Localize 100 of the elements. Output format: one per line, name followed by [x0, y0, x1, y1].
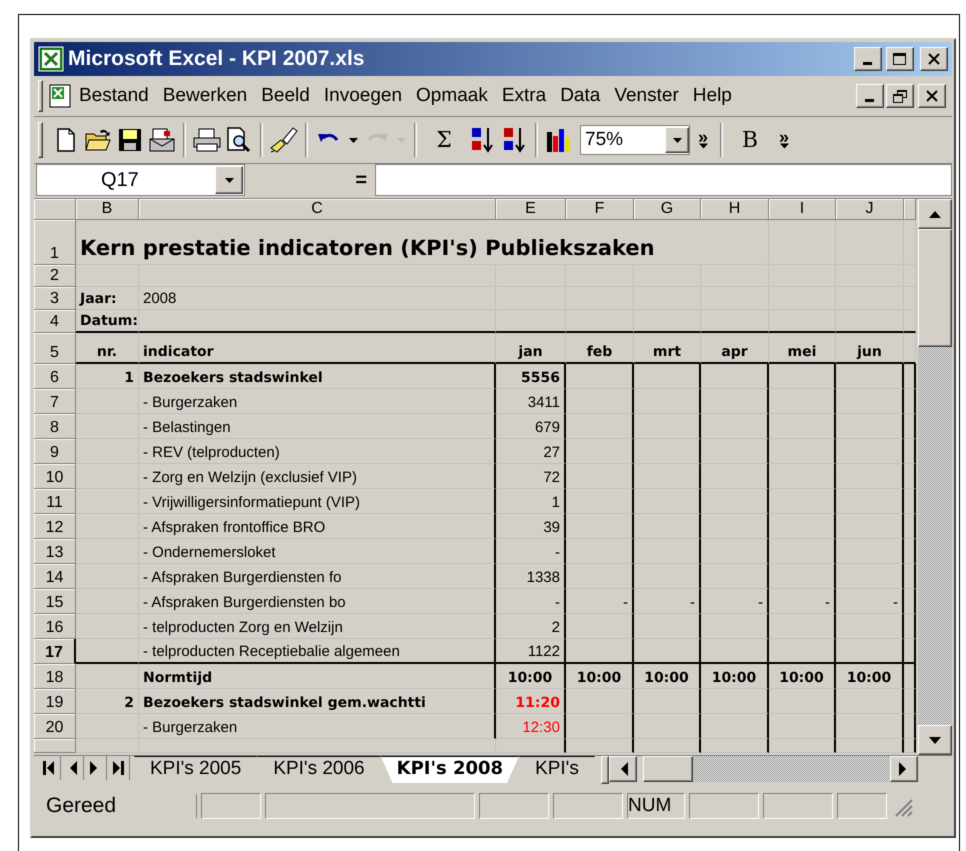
scroll-left-icon[interactable] — [608, 756, 637, 782]
table-cell — [836, 414, 904, 439]
row-header[interactable]: 17 — [34, 639, 76, 664]
menu-item[interactable]: Venster — [608, 81, 687, 111]
menu-item[interactable]: Invoegen — [318, 81, 410, 111]
maximize-icon[interactable] — [886, 47, 914, 71]
row-header[interactable] — [34, 739, 76, 753]
scroll-thumb[interactable] — [918, 229, 952, 347]
table-cell — [701, 364, 769, 389]
row-header[interactable]: 5 — [34, 333, 76, 364]
menu-item[interactable]: Bewerken — [156, 81, 256, 111]
column-header[interactable] — [904, 199, 916, 220]
row-header[interactable]: 8 — [34, 414, 76, 439]
row-header[interactable]: 11 — [34, 489, 76, 514]
format-painter-icon[interactable] — [269, 126, 299, 154]
table-cell — [566, 414, 634, 439]
menu-item[interactable]: Bestand — [73, 81, 157, 111]
row-header[interactable]: 7 — [34, 389, 76, 414]
scroll-down-icon[interactable] — [918, 725, 952, 755]
row-header[interactable]: 19 — [34, 689, 76, 714]
column-header[interactable]: C — [139, 199, 496, 220]
menu-item[interactable]: Extra — [496, 81, 554, 111]
table-cell: - Burgerzaken — [139, 714, 496, 739]
table-cell — [701, 464, 769, 489]
table-cell — [904, 439, 916, 464]
column-header[interactable]: E — [496, 199, 566, 220]
menu-item[interactable]: Data — [554, 81, 608, 111]
restore-icon[interactable] — [886, 84, 914, 108]
table-cell — [904, 614, 916, 639]
table-cell — [566, 714, 634, 739]
row-header[interactable]: 4 — [34, 310, 76, 333]
dropdown-arrow-icon[interactable] — [224, 178, 234, 182]
printer-icon[interactable] — [193, 128, 221, 152]
table-cell — [566, 514, 634, 539]
table-cell — [904, 564, 916, 589]
chart-icon[interactable] — [545, 126, 573, 154]
row-header[interactable]: 12 — [34, 514, 76, 539]
table-cell: apr — [701, 333, 769, 364]
table-cell — [634, 389, 701, 414]
app-icon[interactable] — [38, 46, 64, 72]
equals-button[interactable]: = — [355, 168, 367, 192]
zoom-combo[interactable]: 75% — [580, 125, 690, 155]
column-header[interactable]: J — [836, 199, 904, 220]
row-header[interactable]: 16 — [34, 614, 76, 639]
toolbar-button[interactable]: B — [729, 123, 771, 157]
select-all-button[interactable] — [34, 199, 76, 220]
scroll-thumb[interactable] — [642, 756, 693, 782]
scroll-right-icon[interactable] — [890, 756, 918, 782]
column-header[interactable]: B — [76, 199, 139, 220]
toolbar-button[interactable]: Σ — [423, 123, 465, 157]
table-cell: 1 — [496, 489, 566, 514]
row-header[interactable]: 1 — [34, 220, 76, 265]
row-header[interactable]: 2 — [34, 265, 76, 287]
row-header[interactable]: 18 — [34, 664, 76, 689]
table-cell — [904, 389, 916, 414]
row-header[interactable]: 6 — [34, 364, 76, 389]
row-header[interactable]: 13 — [34, 539, 76, 564]
menu-item[interactable]: Help — [686, 81, 740, 111]
scroll-up-icon[interactable] — [918, 199, 952, 229]
table-cell — [634, 364, 701, 389]
print-preview-icon[interactable] — [226, 127, 252, 153]
formula-input[interactable] — [375, 164, 952, 196]
minimize-icon[interactable] — [856, 84, 884, 108]
column-header[interactable]: G — [634, 199, 701, 220]
row-header[interactable]: 3 — [34, 287, 76, 310]
row-header[interactable]: 15 — [34, 589, 76, 614]
table-cell — [701, 310, 769, 333]
table-cell — [904, 220, 916, 265]
new-file-icon[interactable] — [56, 128, 76, 152]
sort-ascending-icon[interactable] — [469, 126, 495, 154]
tab-split-handle[interactable] — [600, 756, 609, 784]
menu-grip[interactable] — [38, 80, 43, 112]
row-header[interactable]: 20 — [34, 714, 76, 739]
sort-descending-icon[interactable] — [501, 126, 527, 154]
row-header[interactable]: 9 — [34, 439, 76, 464]
table-cell — [566, 739, 634, 753]
row-header[interactable]: 10 — [34, 464, 76, 489]
toolbar-overflow-button[interactable]: » — [692, 131, 714, 149]
menu-item[interactable]: Opmaak — [410, 81, 496, 111]
table-cell — [701, 564, 769, 589]
workbook-icon[interactable] — [47, 83, 73, 109]
column-header[interactable]: F — [566, 199, 634, 220]
minimize-icon[interactable] — [854, 47, 882, 71]
close-icon[interactable] — [918, 84, 946, 108]
column-header[interactable]: I — [769, 199, 836, 220]
close-icon[interactable] — [920, 47, 948, 71]
column-header[interactable]: H — [701, 199, 769, 220]
menu-item[interactable]: Beeld — [255, 81, 318, 111]
table-cell — [566, 689, 634, 714]
row-header[interactable]: 14 — [34, 564, 76, 589]
mail-icon[interactable] — [149, 127, 175, 153]
toolbar-overflow-button[interactable]: » — [773, 131, 795, 149]
table-cell — [566, 614, 634, 639]
sheet-tab[interactable]: KPI's 2008 — [380, 756, 520, 783]
table-cell — [769, 489, 836, 514]
table-cell: 10:00 — [496, 664, 566, 689]
toolbar-grip[interactable] — [38, 122, 43, 158]
table-cell: indicator — [139, 333, 496, 364]
open-folder-icon[interactable] — [84, 128, 112, 152]
table-cell — [769, 539, 836, 564]
